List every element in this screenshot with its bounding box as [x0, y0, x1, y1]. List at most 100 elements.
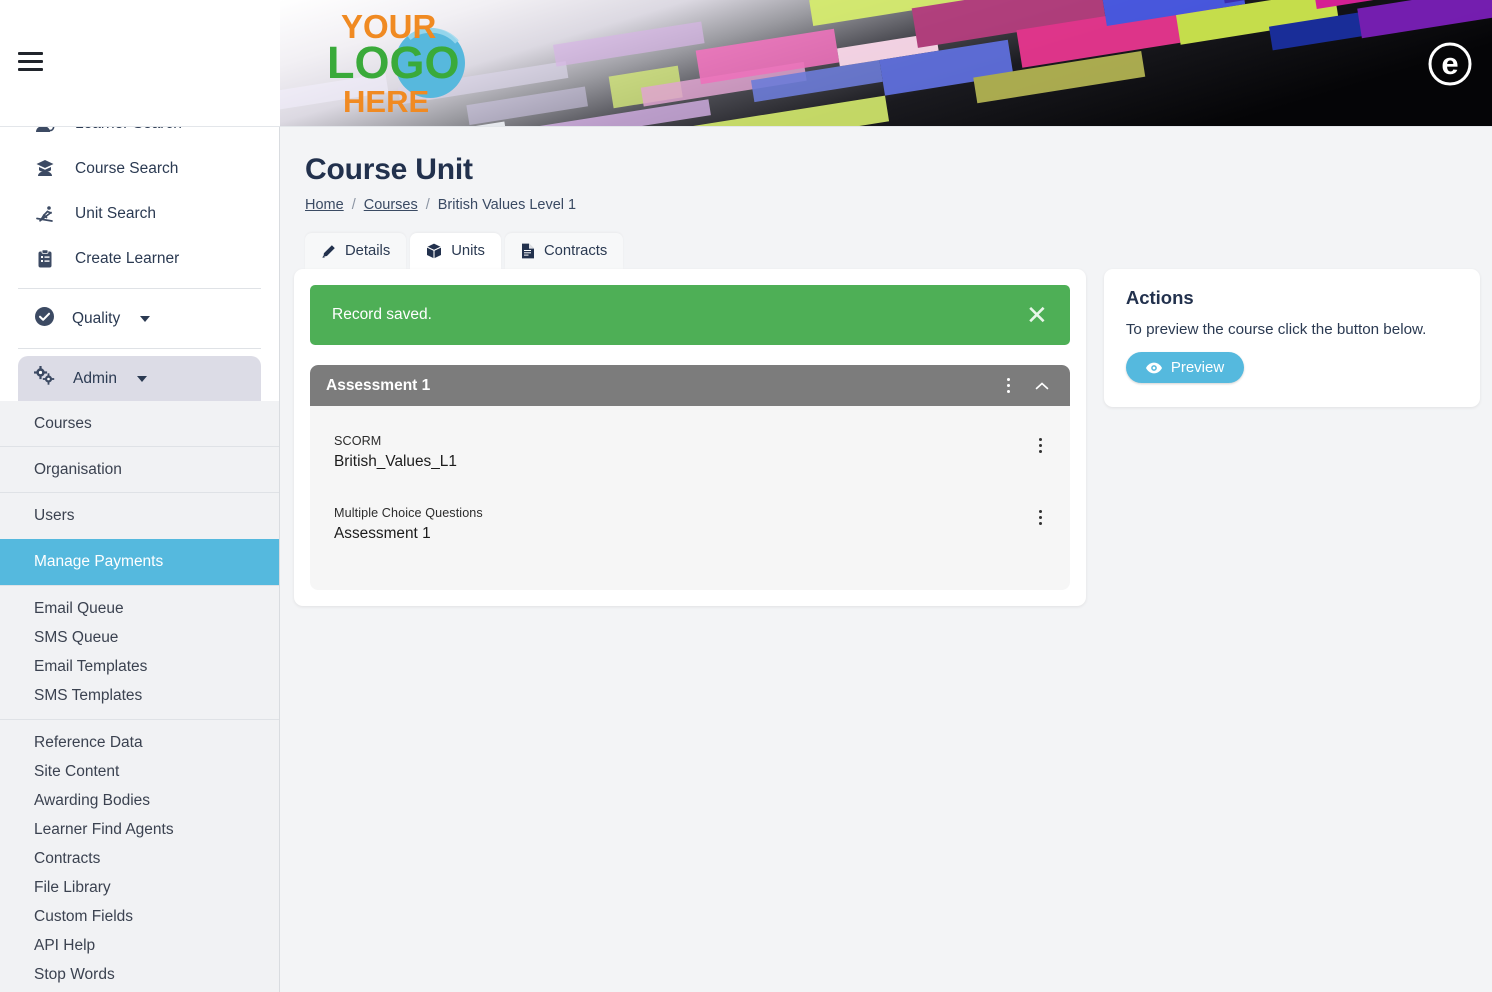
sidebar-group-label: Admin	[73, 369, 117, 387]
unit-name: Assessment 1	[334, 525, 431, 542]
sidebar-item-label: Reference Data	[34, 733, 143, 751]
sidebar-item-sms-queue[interactable]: SMS Queue	[0, 623, 279, 652]
hamburger-icon[interactable]	[18, 46, 46, 76]
sidebar-item-label: Site Content	[34, 762, 120, 780]
eye-icon	[1145, 362, 1162, 374]
sidebar-item-learner-search[interactable]: Learner Search	[0, 127, 279, 146]
unit-row[interactable]: Multiple Choice Questions Assessment 1	[334, 504, 1046, 562]
sidebar-item-users[interactable]: Users	[0, 493, 279, 539]
main-content: Course Unit Home / Courses / British Val…	[280, 127, 1492, 992]
unit-row[interactable]: SCORM British_Values_L1	[334, 432, 1046, 504]
sidebar-item-label: API Help	[34, 936, 96, 954]
sidebar-item-awarding-bodies[interactable]: Awarding Bodies	[0, 786, 279, 815]
sidebar-admin-other-group: Reference Data Site Content Awarding Bod…	[0, 720, 279, 992]
gears-icon	[33, 365, 56, 391]
breadcrumb-separator: /	[351, 197, 356, 213]
chevron-up-icon[interactable]	[1034, 378, 1050, 394]
sidebar-item-reference-data[interactable]: Reference Data	[0, 728, 279, 757]
sidebar-item-label: Custom Fields	[34, 907, 134, 925]
brand-badge-letter: e	[1441, 46, 1458, 81]
sidebar-item-label: Courses	[34, 414, 92, 432]
breadcrumb-courses-link[interactable]: Courses	[364, 197, 418, 213]
kebab-menu-icon[interactable]	[1035, 436, 1046, 455]
sidebar-item-file-library[interactable]: File Library	[0, 873, 279, 902]
sidebar: Learner Search Course Search	[0, 127, 280, 992]
chevron-down-icon	[140, 315, 151, 322]
sidebar-item-create-learner[interactable]: Create Learner	[0, 236, 279, 281]
sidebar-admin-submenu: Courses Organisation Users Manage Paymen…	[0, 401, 279, 992]
clipboard-icon	[34, 248, 56, 270]
unit-name: British_Values_L1	[334, 453, 457, 470]
sidebar-item-email-templates[interactable]: Email Templates	[0, 652, 279, 681]
breadcrumb-separator: /	[425, 197, 430, 213]
tab-bar: Details Units Contracts	[294, 233, 1492, 269]
accordion-body: SCORM British_Values_L1 Multiple Choice …	[310, 406, 1070, 590]
app-header: e YOUR LOGO HERE	[0, 0, 1492, 127]
breadcrumb: Home / Courses / British Values Level 1	[305, 197, 1492, 213]
sidebar-group-admin[interactable]: Admin	[18, 356, 261, 401]
preview-button-label: Preview	[1170, 359, 1225, 376]
sidebar-item-courses[interactable]: Courses	[0, 401, 279, 447]
user-search-icon	[34, 127, 56, 135]
sidebar-item-course-search[interactable]: Course Search	[0, 146, 279, 191]
sidebar-item-label: Email Queue	[34, 599, 124, 617]
actions-panel: Actions To preview the course click the …	[1103, 269, 1480, 407]
sidebar-item-label: Learner Search	[75, 127, 182, 131]
logo-line-2: LOGO	[327, 37, 460, 88]
tab-details[interactable]: Details	[305, 233, 407, 269]
alert-message: Record saved.	[332, 306, 432, 323]
actions-description: To preview the course click the button b…	[1125, 321, 1427, 338]
sidebar-item-label: Awarding Bodies	[34, 791, 151, 809]
unit-type: Multiple Choice Questions	[334, 506, 483, 520]
tab-contracts[interactable]: Contracts	[504, 233, 624, 269]
box-icon	[426, 243, 442, 259]
sidebar-admin-users-group: Users Manage Payments	[0, 493, 279, 586]
sidebar-item-sms-templates[interactable]: SMS Templates	[0, 681, 279, 710]
logo[interactable]: YOUR LOGO HERE	[297, 8, 477, 120]
sidebar-item-label: Organisation	[34, 460, 122, 478]
sidebar-item-site-content[interactable]: Site Content	[0, 757, 279, 786]
sidebar-item-label: Manage Payments	[34, 553, 164, 570]
sidebar-item-email-queue[interactable]: Email Queue	[0, 594, 279, 623]
kebab-menu-icon[interactable]	[1003, 376, 1014, 395]
sidebar-item-label: Course Search	[75, 159, 179, 177]
kebab-menu-icon[interactable]	[1035, 508, 1046, 527]
skier-icon	[34, 203, 56, 225]
status-alert: Record saved. ✕	[310, 285, 1070, 345]
sidebar-item-api-help[interactable]: API Help	[0, 931, 279, 960]
preview-button[interactable]: Preview	[1125, 352, 1245, 383]
check-circle-icon	[34, 306, 55, 332]
graduate-icon	[34, 158, 56, 180]
sidebar-item-label: Email Templates	[34, 657, 148, 675]
sidebar-divider	[18, 288, 261, 289]
close-icon[interactable]: ✕	[1026, 302, 1048, 328]
sidebar-item-label: Contracts	[34, 849, 101, 867]
logo-line-3: HERE	[343, 84, 429, 119]
sidebar-admin-comms-group: Email Queue SMS Queue Email Templates SM…	[0, 586, 279, 720]
sidebar-item-organisation[interactable]: Organisation	[0, 447, 279, 493]
sidebar-item-learner-find-agents[interactable]: Learner Find Agents	[0, 815, 279, 844]
sidebar-item-contracts[interactable]: Contracts	[0, 844, 279, 873]
sidebar-divider	[18, 348, 261, 349]
sidebar-item-custom-fields[interactable]: Custom Fields	[0, 902, 279, 931]
page-title: Course Unit	[305, 153, 473, 186]
sidebar-item-label: Users	[34, 507, 75, 524]
sidebar-item-label: Create Learner	[75, 249, 180, 267]
sidebar-item-label: SMS Templates	[34, 686, 143, 704]
breadcrumb-home-link[interactable]: Home	[305, 197, 344, 213]
sidebar-item-label: Stop Words	[34, 965, 115, 983]
tab-label: Details	[345, 243, 391, 259]
sidebar-item-unit-search[interactable]: Unit Search	[0, 191, 279, 236]
tab-label: Units	[451, 243, 485, 259]
accordion-header[interactable]: Assessment 1	[310, 365, 1070, 406]
tab-units[interactable]: Units	[410, 233, 501, 269]
chevron-down-icon	[136, 375, 147, 382]
units-card: Record saved. ✕ Assessment 1 SCORM Briti…	[294, 269, 1086, 606]
sidebar-group-quality[interactable]: Quality	[0, 296, 279, 341]
breadcrumb-current: British Values Level 1	[437, 197, 577, 213]
sidebar-item-stop-words[interactable]: Stop Words	[0, 960, 279, 989]
sidebar-item-manage-payments[interactable]: Manage Payments	[0, 539, 279, 585]
assessment-accordion: Assessment 1 SCORM British_Values_L1 Mul…	[310, 365, 1070, 590]
pencil-icon	[321, 244, 336, 259]
content-row: Record saved. ✕ Assessment 1 SCORM Briti…	[280, 269, 1492, 606]
